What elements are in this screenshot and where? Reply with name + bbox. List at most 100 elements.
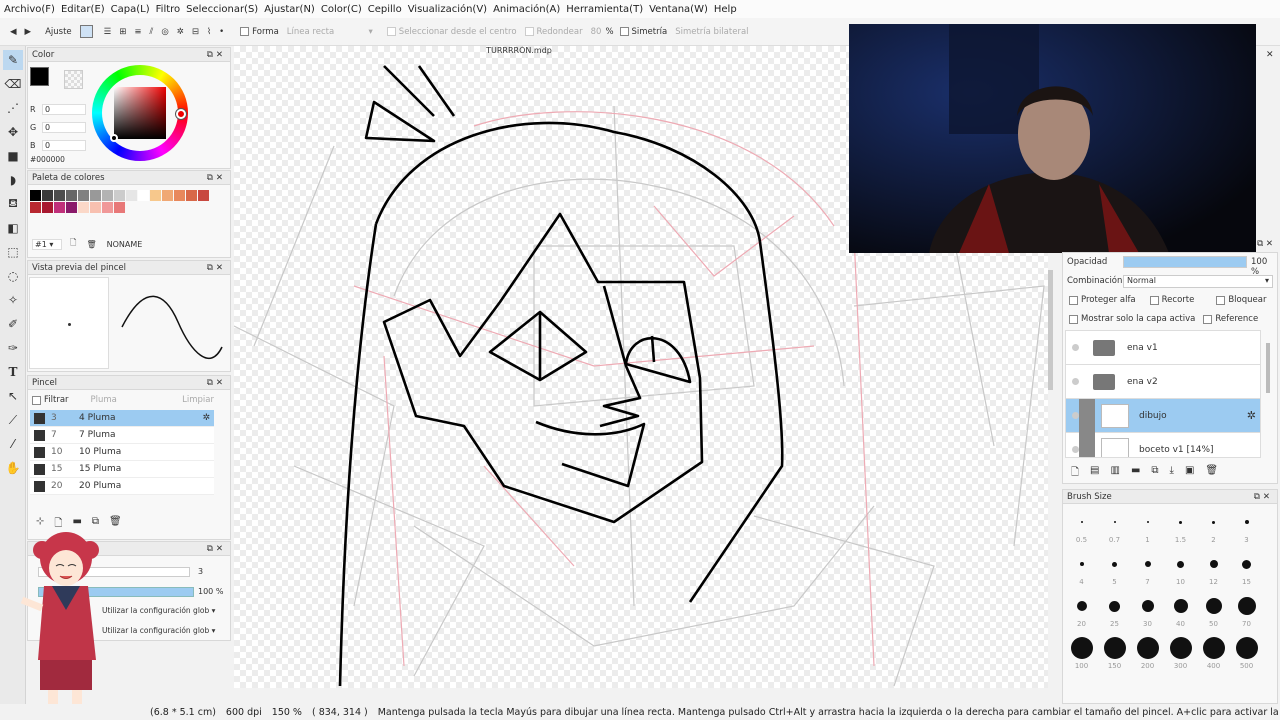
panel-close-icon[interactable]: ⧉✕ bbox=[207, 173, 226, 183]
filter-input[interactable]: Pluma bbox=[91, 395, 117, 405]
text-tool-icon[interactable]: T bbox=[3, 362, 23, 382]
brush-size-cell[interactable]: 4 bbox=[1065, 550, 1098, 592]
snap-circle-icon[interactable]: ◎ bbox=[161, 27, 168, 37]
hue-cursor[interactable] bbox=[176, 109, 186, 119]
eyedropper-tool-icon[interactable]: ⁄ bbox=[3, 434, 23, 454]
snap-lines-icon[interactable]: ≡ bbox=[134, 27, 141, 37]
snap-diagonal-icon[interactable]: ⫽ bbox=[150, 27, 154, 37]
palette-swatch[interactable] bbox=[102, 202, 113, 213]
snap-off-icon[interactable] bbox=[79, 25, 96, 38]
brush-size-cell[interactable]: 50 bbox=[1197, 592, 1230, 634]
brush-settings-icon[interactable]: ✲ bbox=[202, 413, 210, 423]
clipping-checkbox[interactable] bbox=[1149, 295, 1159, 305]
select-eraser-tool-icon[interactable]: ✑ bbox=[3, 338, 23, 358]
panel-close-icon[interactable]: ⧉✕ bbox=[207, 263, 226, 273]
menu-item[interactable]: Seleccionar(S) bbox=[186, 4, 264, 15]
brush-size-cell[interactable]: 500 bbox=[1230, 634, 1263, 676]
new-folder-icon[interactable]: ▬ bbox=[1131, 465, 1140, 482]
visibility-icon[interactable] bbox=[1072, 378, 1079, 385]
palette-page-select[interactable]: #1 ▾ bbox=[32, 238, 62, 250]
menu-item[interactable]: Ventana(W) bbox=[649, 4, 714, 15]
secondary-color-swatch[interactable] bbox=[64, 70, 83, 89]
brush-size-cell[interactable]: 400 bbox=[1197, 634, 1230, 676]
brush-size-cell[interactable]: 20 bbox=[1065, 592, 1098, 634]
brush-size-cell[interactable]: 2 bbox=[1197, 508, 1230, 550]
palette-swatch[interactable] bbox=[162, 190, 173, 201]
delete-layer-icon[interactable]: 🗑 bbox=[1205, 465, 1218, 482]
brush-size-cell[interactable]: 70 bbox=[1230, 592, 1263, 634]
brush-size-cell[interactable]: 40 bbox=[1164, 592, 1197, 634]
round-input[interactable]: 80 bbox=[591, 27, 602, 37]
brush-size-cell[interactable]: 12 bbox=[1197, 550, 1230, 592]
palette-new-icon[interactable]: 🗋 bbox=[70, 237, 76, 251]
magic-wand-tool-icon[interactable]: ✧ bbox=[3, 290, 23, 310]
rect-tool-icon[interactable]: ■ bbox=[3, 146, 23, 166]
brush-list-item[interactable]: 15 15 Pluma bbox=[30, 461, 214, 478]
snap-radial-icon[interactable]: ✲ bbox=[177, 27, 184, 37]
color-cursor[interactable] bbox=[110, 134, 118, 142]
menu-item[interactable]: Capa(L) bbox=[111, 4, 156, 15]
brush-size-cell[interactable]: 5 bbox=[1098, 550, 1131, 592]
brush-size-cell[interactable]: 0.7 bbox=[1098, 508, 1131, 550]
duplicate-layer-icon[interactable]: ⧉ bbox=[1151, 465, 1158, 482]
shape-checkbox[interactable]: Forma bbox=[240, 27, 279, 37]
palette-swatch[interactable] bbox=[174, 190, 185, 201]
select-rect-tool-icon[interactable]: ⬚ bbox=[3, 242, 23, 262]
palette-swatch[interactable] bbox=[102, 190, 113, 201]
panel-close-icon[interactable]: ✕ bbox=[1266, 50, 1274, 60]
layer-row[interactable]: dibujo ✲ bbox=[1066, 398, 1260, 433]
menu-item[interactable]: Visualización(V) bbox=[408, 4, 493, 15]
palette-swatch[interactable] bbox=[90, 202, 101, 213]
eraser-tool-icon[interactable]: ⌫ bbox=[3, 74, 23, 94]
next-icon[interactable]: ▶ bbox=[25, 27, 32, 37]
pen-tool-icon[interactable]: ✎ bbox=[3, 50, 23, 70]
bucket-tool-icon[interactable]: ⛾ bbox=[3, 194, 23, 214]
palette-swatch[interactable] bbox=[138, 190, 149, 201]
setting-select-1[interactable]: Utilizar la configuración glob ▾ bbox=[102, 606, 215, 615]
layer-row[interactable]: boceto v1 [14%] bbox=[1066, 432, 1260, 457]
divide-tool-icon[interactable]: ⟋ bbox=[3, 410, 23, 430]
palette-swatch[interactable] bbox=[114, 202, 125, 213]
select-pen-tool-icon[interactable]: ✐ bbox=[3, 314, 23, 334]
palette-swatch[interactable] bbox=[186, 190, 197, 201]
palette-swatch[interactable] bbox=[30, 190, 41, 201]
brush-size-cell[interactable]: 100 bbox=[1065, 634, 1098, 676]
palette-swatch[interactable] bbox=[30, 202, 41, 213]
palette-swatch[interactable] bbox=[66, 202, 77, 213]
brush-size-cell[interactable]: 200 bbox=[1131, 634, 1164, 676]
palette-swatch[interactable] bbox=[54, 202, 65, 213]
palette-swatch[interactable] bbox=[42, 202, 53, 213]
operation-tool-icon[interactable]: ↖ bbox=[3, 386, 23, 406]
snap-parallel-icon[interactable]: ☰ bbox=[104, 27, 112, 37]
lasso-tool-icon[interactable]: ◌ bbox=[3, 266, 23, 286]
new-layer-8bit-icon[interactable]: ▤ bbox=[1090, 465, 1099, 482]
prev-icon[interactable]: ◀ bbox=[10, 27, 17, 37]
palette-swatch[interactable] bbox=[78, 190, 89, 201]
reference-checkbox[interactable] bbox=[1203, 314, 1213, 324]
brush-list-item[interactable]: 10 10 Pluma bbox=[30, 444, 214, 461]
layer-scrollbar[interactable] bbox=[1266, 343, 1270, 393]
move-tool-icon[interactable]: ✥ bbox=[3, 122, 23, 142]
visibility-icon[interactable] bbox=[1072, 446, 1079, 453]
palette-swatch[interactable] bbox=[90, 190, 101, 201]
filter-checkbox[interactable] bbox=[32, 395, 41, 405]
brush-size-cell[interactable]: 300 bbox=[1164, 634, 1197, 676]
palette-swatch[interactable] bbox=[114, 190, 125, 201]
panel-close-icon[interactable]: ⧉✕ bbox=[207, 544, 226, 554]
brush-size-cell[interactable]: 7 bbox=[1131, 550, 1164, 592]
palette-swatch[interactable] bbox=[150, 190, 161, 201]
menu-item[interactable]: Archivo(F) bbox=[4, 4, 61, 15]
menu-item[interactable]: Herramienta(T) bbox=[566, 4, 649, 15]
menu-item[interactable]: Cepillo bbox=[368, 4, 408, 15]
show-active-only-checkbox[interactable] bbox=[1069, 314, 1078, 324]
brush-size-cell[interactable]: 15 bbox=[1230, 550, 1263, 592]
panel-close-icon[interactable]: ⧉ ✕ bbox=[1257, 239, 1273, 249]
setting-select-2[interactable]: Utilizar la configuración glob ▾ bbox=[102, 626, 215, 635]
shape-select[interactable]: Línea recta ▾ bbox=[287, 27, 373, 37]
menu-item[interactable]: Color(C) bbox=[321, 4, 368, 15]
visibility-icon[interactable] bbox=[1072, 412, 1079, 419]
palette-swatch[interactable] bbox=[66, 190, 77, 201]
snap-grid-icon[interactable]: ⊞ bbox=[119, 27, 126, 37]
menu-item[interactable]: Filtro bbox=[156, 4, 187, 15]
menu-item[interactable]: Help bbox=[714, 4, 743, 15]
